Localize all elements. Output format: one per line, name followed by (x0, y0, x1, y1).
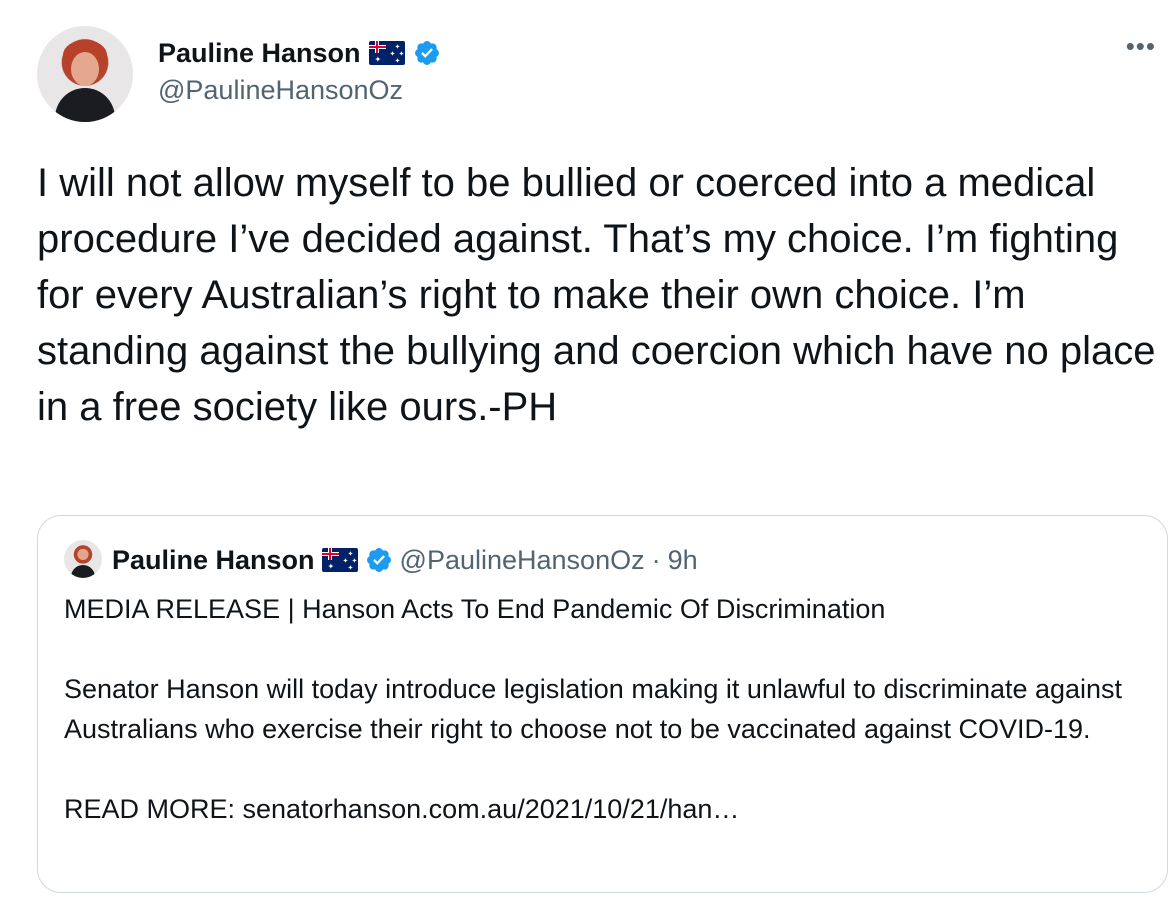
tweet: Pauline Hanson ✦ ✦ ✦ ✦ ✦ @PaulineHansonO… (0, 0, 1172, 902)
australia-flag-icon: ✦ ✦ ✦ ✦ ✦ (321, 548, 358, 572)
quoted-text: MEDIA RELEASE | Hanson Acts To End Pande… (64, 594, 1123, 824)
author-display-name[interactable]: Pauline Hanson (158, 38, 361, 69)
australia-flag-icon: ✦ ✦ ✦ ✦ ✦ (368, 41, 405, 65)
quoted-display-name: Pauline Hanson (112, 544, 315, 575)
more-options-icon[interactable]: ••• (1126, 33, 1156, 59)
separator-dot: · (651, 544, 661, 575)
quoted-author-avatar (64, 540, 102, 578)
quoted-header: Pauline Hanson ✦ ✦ ✦ ✦ ✦ @PaulineHansonO… (112, 542, 698, 578)
quoted-timestamp: 9h (667, 544, 698, 575)
verified-badge-icon (366, 548, 391, 572)
quoted-handle: @PaulineHansonOz (399, 544, 645, 575)
quoted-tweet[interactable]: Pauline Hanson ✦ ✦ ✦ ✦ ✦ @PaulineHansonO… (37, 515, 1168, 893)
author-name-row: Pauline Hanson ✦ ✦ ✦ ✦ ✦ (158, 35, 441, 71)
author-handle[interactable]: @PaulineHansonOz (158, 75, 403, 106)
verified-badge-icon (414, 41, 439, 65)
tweet-text: I will not allow myself to be bullied or… (37, 161, 1156, 429)
author-avatar[interactable] (37, 26, 133, 122)
